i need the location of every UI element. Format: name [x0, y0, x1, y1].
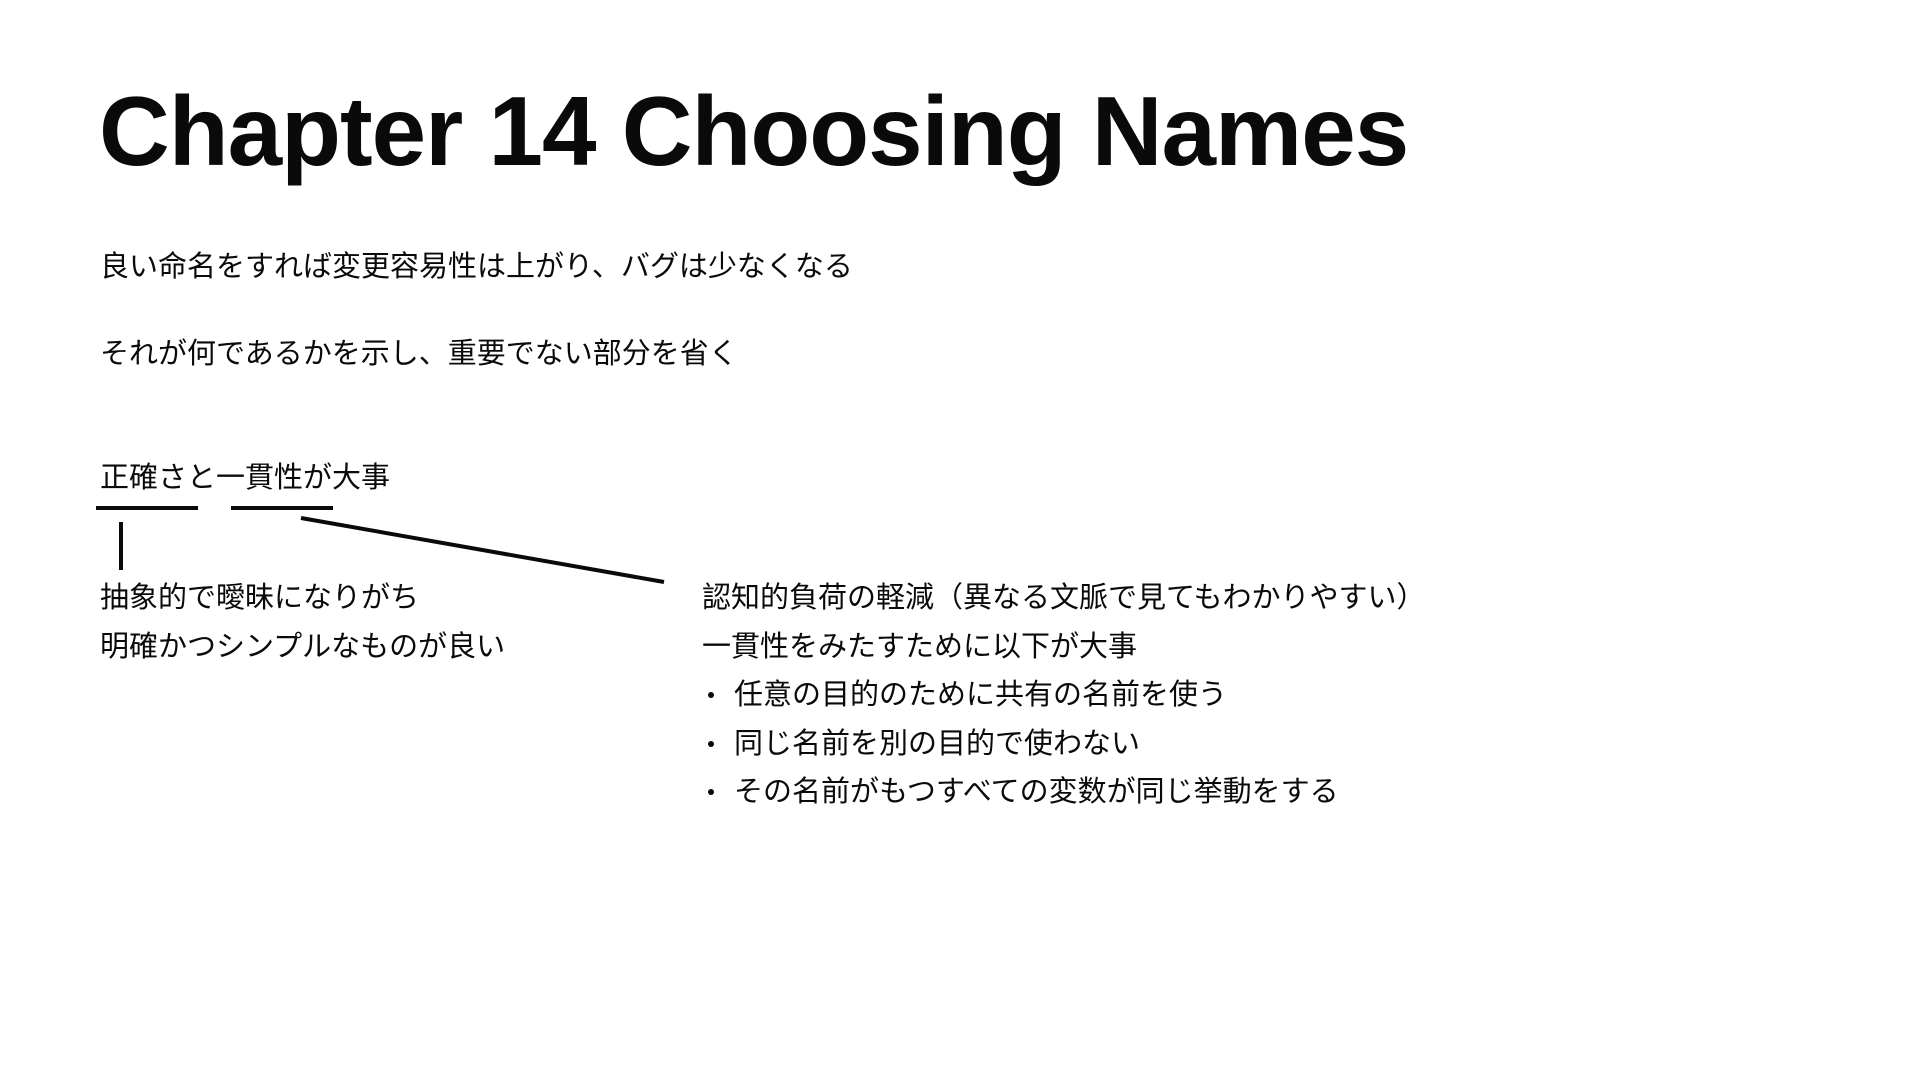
- consistency-bullet-list: 任意の目的のために共有の名前を使う 同じ名前を別の目的で使わない その名前がもつ…: [702, 670, 1426, 816]
- bullet-text: 同じ名前を別の目的で使わない: [734, 725, 1141, 760]
- list-item: その名前がもつすべての変数が同じ挙動をする: [702, 767, 1426, 816]
- accuracy-note-2: 明確かつシンプルなものが良い: [100, 628, 506, 663]
- slide-title: Chapter 14 Choosing Names: [99, 76, 1409, 186]
- bullet-dot: [708, 692, 714, 698]
- accuracy-notes: 抽象的で曖昧になりがち 明確かつシンプルなものが良い: [100, 573, 505, 670]
- intro-line-1: 良い命名をすれば変更容易性は上がり、バグは少なくなる: [100, 249, 853, 283]
- key-point: 正確さと一貫性が大事: [100, 460, 391, 494]
- bullet-text: その名前がもつすべての変数が同じ挙動をする: [734, 774, 1339, 808]
- slide: Chapter 14 Choosing Names 良い命名をすれば変更容易性は…: [0, 0, 1920, 1080]
- bullet-text: 任意の目的のために共有の名前を使う: [734, 677, 1228, 711]
- list-item: 任意の目的のために共有の名前を使う: [702, 670, 1426, 719]
- accuracy-note-1: 抽象的で曖昧になりがち: [100, 580, 420, 614]
- bullet-dot: [708, 789, 714, 795]
- bullet-dot: [708, 740, 714, 747]
- consistency-notes: 認知的負荷の軽減（異なる文脈で見てもわかりやすい） 一貫性をみたすために以下が大…: [702, 573, 1426, 816]
- intro-line-2: それが何であるかを示し、重要でない部分を省く: [100, 336, 738, 370]
- consistency-note-1: 認知的負荷の軽減（異なる文脈で見てもわかりやすい）: [702, 580, 1426, 614]
- list-item: 同じ名前を別の目的で使わない: [702, 719, 1426, 768]
- consistency-note-2: 一貫性をみたすために以下が大事: [702, 628, 1138, 663]
